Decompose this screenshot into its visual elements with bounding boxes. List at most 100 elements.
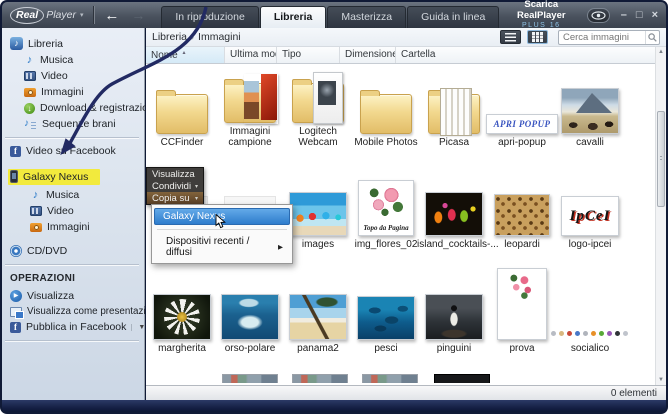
submenu-item-galaxy-nexus[interactable]: Galaxy Nexus	[154, 208, 290, 229]
grid-item[interactable]: socialico	[551, 252, 624, 356]
grid-item[interactable]: images	[284, 150, 352, 252]
partial-thumbnail[interactable]	[222, 374, 278, 383]
maximize-button[interactable]: □	[636, 9, 643, 21]
chevron-down-icon[interactable]: ▼	[131, 323, 145, 331]
operations-header: OPERAZIONI	[10, 273, 76, 284]
sidebar-device-subitem[interactable]: Video	[2, 203, 144, 219]
grid-item-thumbnail	[360, 90, 412, 134]
grid-item[interactable]: Picasa	[420, 64, 488, 150]
column-header[interactable]: Tipo	[277, 47, 340, 63]
column-header-label: Ultima modifica	[230, 49, 276, 60]
titlebar-divider	[93, 6, 95, 24]
grid-item-thumbnail	[497, 268, 547, 340]
column-header[interactable]: Cartella	[396, 47, 655, 63]
sidebar-library-subitem[interactable]: Download & registrazioni	[2, 100, 156, 116]
submenu-separator	[157, 229, 287, 230]
realplayer-logo[interactable]: Real Player ▾	[10, 6, 84, 24]
sidebar-library-subitem[interactable]: Musica	[2, 52, 144, 68]
context-menu-item[interactable]: Visualizza	[147, 168, 203, 180]
sidebar-item-libreria[interactable]: Libreria	[2, 35, 144, 52]
close-button[interactable]: ×	[652, 9, 658, 21]
chevron-down-icon[interactable]: ▾	[80, 11, 84, 19]
privacy-eye-button[interactable]	[587, 7, 610, 23]
grid-item[interactable]: cavalli	[556, 64, 624, 150]
sidebar-item-label: Sequenze brani	[42, 118, 116, 130]
column-header[interactable]: Nome	[146, 47, 225, 63]
context-menu-item[interactable]: Condividi ▾	[147, 180, 203, 192]
sidebar-item-icon	[24, 118, 37, 130]
operation-pubblica-facebook[interactable]: Pubblica in Facebook ▼	[2, 319, 145, 335]
minimize-button[interactable]: –	[621, 9, 627, 21]
sidebar-device-subitem[interactable]: Musica	[2, 187, 144, 203]
grid-item-label: prova	[509, 343, 535, 354]
back-button[interactable]: ←	[104, 8, 119, 23]
scroll-up-arrow-icon[interactable]: ▲	[656, 47, 666, 57]
grid-item[interactable]: Mobile Photos	[352, 64, 420, 150]
context-menu-item[interactable]: Copia su ▾	[147, 192, 203, 204]
forward-button[interactable]: →	[131, 8, 145, 22]
sidebar-library-subitem[interactable]: Sequenze brani	[2, 116, 144, 132]
facebook-icon	[10, 321, 21, 333]
grid-view-button[interactable]	[527, 30, 548, 44]
eye-icon	[591, 10, 606, 20]
context-menu-item-label: Visualizza	[152, 168, 195, 180]
chevron-down-icon: ▾	[194, 195, 198, 202]
main-tab[interactable]: Libreria	[259, 6, 327, 28]
partial-thumbnail[interactable]	[292, 374, 348, 383]
partial-thumbnail[interactable]	[434, 374, 490, 383]
grid-view-icon	[532, 32, 543, 42]
sidebar-separator	[5, 340, 139, 341]
grid-item[interactable]: margherita	[148, 252, 216, 356]
sidebar-item-label: Video	[47, 205, 74, 217]
main-tab[interactable]: Masterizza	[327, 6, 407, 28]
context-menu-item-label: Condividi	[152, 180, 192, 192]
partial-thumbnail[interactable]	[362, 374, 418, 383]
list-view-icon	[505, 32, 516, 42]
sidebar-item-label: Video su Facebook	[26, 145, 116, 157]
operation-visualizza[interactable]: Visualizza	[2, 288, 144, 304]
breadcrumb-separator: ›	[191, 32, 195, 42]
main-tab[interactable]: In riproduzione	[161, 6, 259, 28]
search-button[interactable]	[645, 30, 659, 44]
grid-item[interactable]: prova	[488, 252, 556, 356]
breadcrumb-root[interactable]: Libreria	[152, 31, 187, 43]
main-tab[interactable]: Guida in linea	[407, 6, 500, 28]
logo-real-text: Real	[10, 6, 45, 24]
grid-item-label: island_cocktails-...	[417, 239, 499, 250]
list-view-button[interactable]	[500, 30, 521, 44]
grid-item-label: Immagini campione	[228, 126, 272, 148]
grid-item[interactable]: pesci	[352, 252, 420, 356]
search-input[interactable]	[559, 31, 645, 43]
sidebar-item-cddvd[interactable]: CD/DVD	[2, 243, 144, 259]
download-realplayer-link[interactable]: Scarica RealPlayer PLUS 16	[506, 0, 576, 30]
sidebar-item-video-su-facebook[interactable]: Video su Facebook	[2, 143, 144, 159]
sidebar-device-subitem[interactable]: Immagini	[2, 219, 144, 235]
grid-item[interactable]: APRI POPUP apri-popup	[486, 64, 558, 150]
grid-item[interactable]: Logitech Webcam	[284, 64, 352, 150]
grid-item[interactable]: Topo da Pagina img_flores_02	[352, 150, 420, 252]
sidebar-library-subitem[interactable]: Video	[2, 68, 144, 84]
sidebar-item-label: Video	[41, 70, 68, 82]
scrollbar-thumb[interactable]	[657, 111, 665, 207]
grid-item[interactable]: island_cocktails-...	[417, 150, 499, 252]
galaxy-nexus-highlight: Galaxy Nexus	[8, 169, 101, 185]
sidebar-item-icon	[30, 190, 41, 201]
vertical-scrollbar[interactable]: ▲ ▼	[655, 47, 666, 385]
column-header[interactable]: Ultima modifica	[225, 47, 277, 63]
grid-item[interactable]: IpCeI logo-ipcei	[556, 150, 624, 252]
submenu-item-dispositivi[interactable]: Dispositivi recenti / diffusi ▶	[154, 234, 290, 260]
grid-item[interactable]: leopardi	[488, 150, 556, 252]
grid-item[interactable]: CCFinder	[148, 64, 216, 150]
grid-item[interactable]: Immagini campione	[216, 64, 284, 150]
sidebar-library-subitem[interactable]: Immagini	[2, 84, 144, 100]
scroll-down-arrow-icon[interactable]: ▼	[656, 375, 666, 385]
column-header[interactable]: Dimensione	[340, 47, 396, 63]
grid-item[interactable]: orso-polare	[216, 252, 284, 356]
operation-presentazione[interactable]: Visualizza come presentazione	[2, 304, 162, 319]
sidebar-item-galaxy-nexus[interactable]: Galaxy Nexus	[2, 167, 144, 187]
chevron-right-icon: ▶	[278, 244, 283, 251]
grid-item-thumbnail	[357, 296, 415, 340]
slideshow-icon	[10, 306, 24, 319]
grid-item[interactable]: pinguini	[420, 252, 488, 356]
grid-item[interactable]: panama2	[284, 252, 352, 356]
